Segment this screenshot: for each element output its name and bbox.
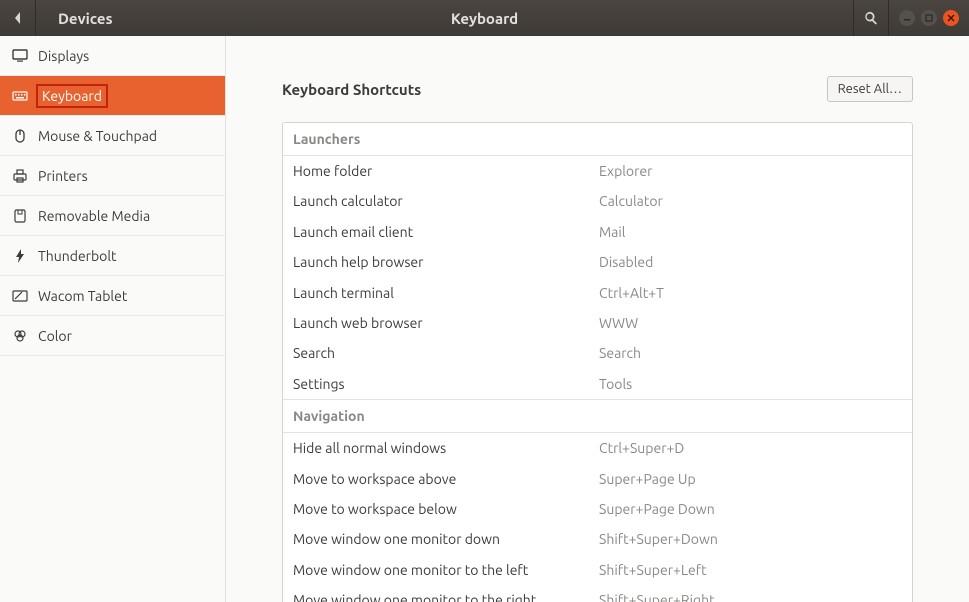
back-button[interactable] [0,0,36,36]
mouse-icon [12,128,28,144]
reset-all-button[interactable]: Reset All… [827,76,913,102]
shortcut-value: Shift+Super+Left [599,559,707,581]
shortcut-row[interactable]: Hide all normal windowsCtrl+Super+D [283,433,912,463]
sidebar-item-mouse-touchpad[interactable]: Mouse & Touchpad [0,116,225,156]
shortcut-value: Tools [599,373,632,395]
printer-icon [12,168,28,184]
shortcut-row[interactable]: Launch terminalCtrl+Alt+T [283,278,912,308]
shortcut-row[interactable]: Move to workspace aboveSuper+Page Up [283,464,912,494]
shortcut-row[interactable]: SettingsTools [283,369,912,399]
keyboard-icon [12,88,28,104]
shortcut-value: Ctrl+Super+D [599,437,684,459]
shortcut-row[interactable]: Move to workspace belowSuper+Page Down [283,494,912,524]
maximize-icon [925,14,933,22]
shortcut-value: Super+Page Up [599,468,696,490]
window-minimize-button[interactable] [899,10,915,26]
shortcut-row[interactable]: Move window one monitor to the leftShift… [283,555,912,585]
shortcut-label: Search [293,342,599,364]
shortcut-label: Move to workspace below [293,498,599,520]
sidebar-item-label: Printers [38,168,88,184]
sidebar-item-keyboard[interactable]: Keyboard [0,76,225,116]
shortcut-row[interactable]: Launch help browserDisabled [283,247,912,277]
shortcut-value: Disabled [599,251,653,273]
shortcut-value: Search [599,342,641,364]
sidebar-item-label: Displays [38,48,89,64]
shortcut-label: Move window one monitor down [293,528,599,550]
main-content: Keyboard Shortcuts Reset All… Launchers … [226,36,969,602]
sidebar-item-label: Thunderbolt [38,248,117,264]
window-title: Keyboard [451,10,518,27]
shortcut-label: Move window one monitor to the right [293,589,599,602]
sidebar-item-displays[interactable]: Displays [0,36,225,76]
window-close-button[interactable] [943,10,959,26]
sidebar-item-wacom-tablet[interactable]: Wacom Tablet [0,276,225,316]
shortcut-value: WWW [599,312,638,334]
shortcut-row[interactable]: Launch web browserWWW [283,308,912,338]
sidebar-item-color[interactable]: Color [0,316,225,356]
shortcut-label: Launch web browser [293,312,599,334]
shortcut-value: Ctrl+Alt+T [599,282,664,304]
sidebar-item-printers[interactable]: Printers [0,156,225,196]
headerbar: Devices Keyboard [0,0,969,36]
shortcut-label: Move to workspace above [293,468,599,490]
sidebar: Displays Keyboard Mouse & Touchpad Print… [0,36,226,602]
shortcut-value: Calculator [599,190,663,212]
shortcut-label: Launch help browser [293,251,599,273]
shortcut-row[interactable]: Move window one monitor downShift+Super+… [283,524,912,554]
shortcut-label: Launch calculator [293,190,599,212]
shortcut-row[interactable]: Launch email clientMail [283,217,912,247]
shortcuts-panel: Launchers Home folderExplorer Launch cal… [282,122,913,602]
shortcut-label: Settings [293,373,599,395]
search-button[interactable] [853,0,889,36]
sidebar-item-label: Keyboard [38,86,106,106]
minimize-icon [903,14,911,22]
shortcut-label: Launch terminal [293,282,599,304]
shortcut-label: Launch email client [293,221,599,243]
shortcut-row[interactable]: Launch calculatorCalculator [283,186,912,216]
sidebar-item-label: Removable Media [38,208,150,224]
sidebar-item-label: Wacom Tablet [38,288,127,304]
group-header-navigation: Navigation [283,399,912,433]
color-icon [12,328,28,344]
removable-media-icon [12,208,28,224]
shortcut-value: Mail [599,221,625,243]
thunderbolt-icon [12,248,28,264]
shortcut-value: Shift+Super+Down [599,528,718,550]
shortcut-value: Shift+Super+Right [599,589,715,602]
sidebar-item-thunderbolt[interactable]: Thunderbolt [0,236,225,276]
shortcut-value: Super+Page Down [599,498,715,520]
search-icon [864,11,878,25]
chevron-left-icon [13,11,23,25]
shortcut-row[interactable]: Move window one monitor to the rightShif… [283,585,912,602]
page-title: Keyboard Shortcuts [282,81,421,98]
shortcut-label: Home folder [293,160,599,182]
section-heading: Devices [36,10,135,27]
shortcut-row[interactable]: SearchSearch [283,338,912,368]
sidebar-item-label: Color [38,328,72,344]
group-header-launchers: Launchers [283,123,912,156]
shortcut-value: Explorer [599,160,652,182]
close-icon [947,14,955,22]
shortcut-label: Hide all normal windows [293,437,599,459]
display-icon [12,48,28,64]
shortcut-row[interactable]: Home folderExplorer [283,156,912,186]
sidebar-item-removable-media[interactable]: Removable Media [0,196,225,236]
shortcut-label: Move window one monitor to the left [293,559,599,581]
window-maximize-button[interactable] [921,10,937,26]
sidebar-item-label: Mouse & Touchpad [38,128,157,144]
tablet-icon [12,288,28,304]
